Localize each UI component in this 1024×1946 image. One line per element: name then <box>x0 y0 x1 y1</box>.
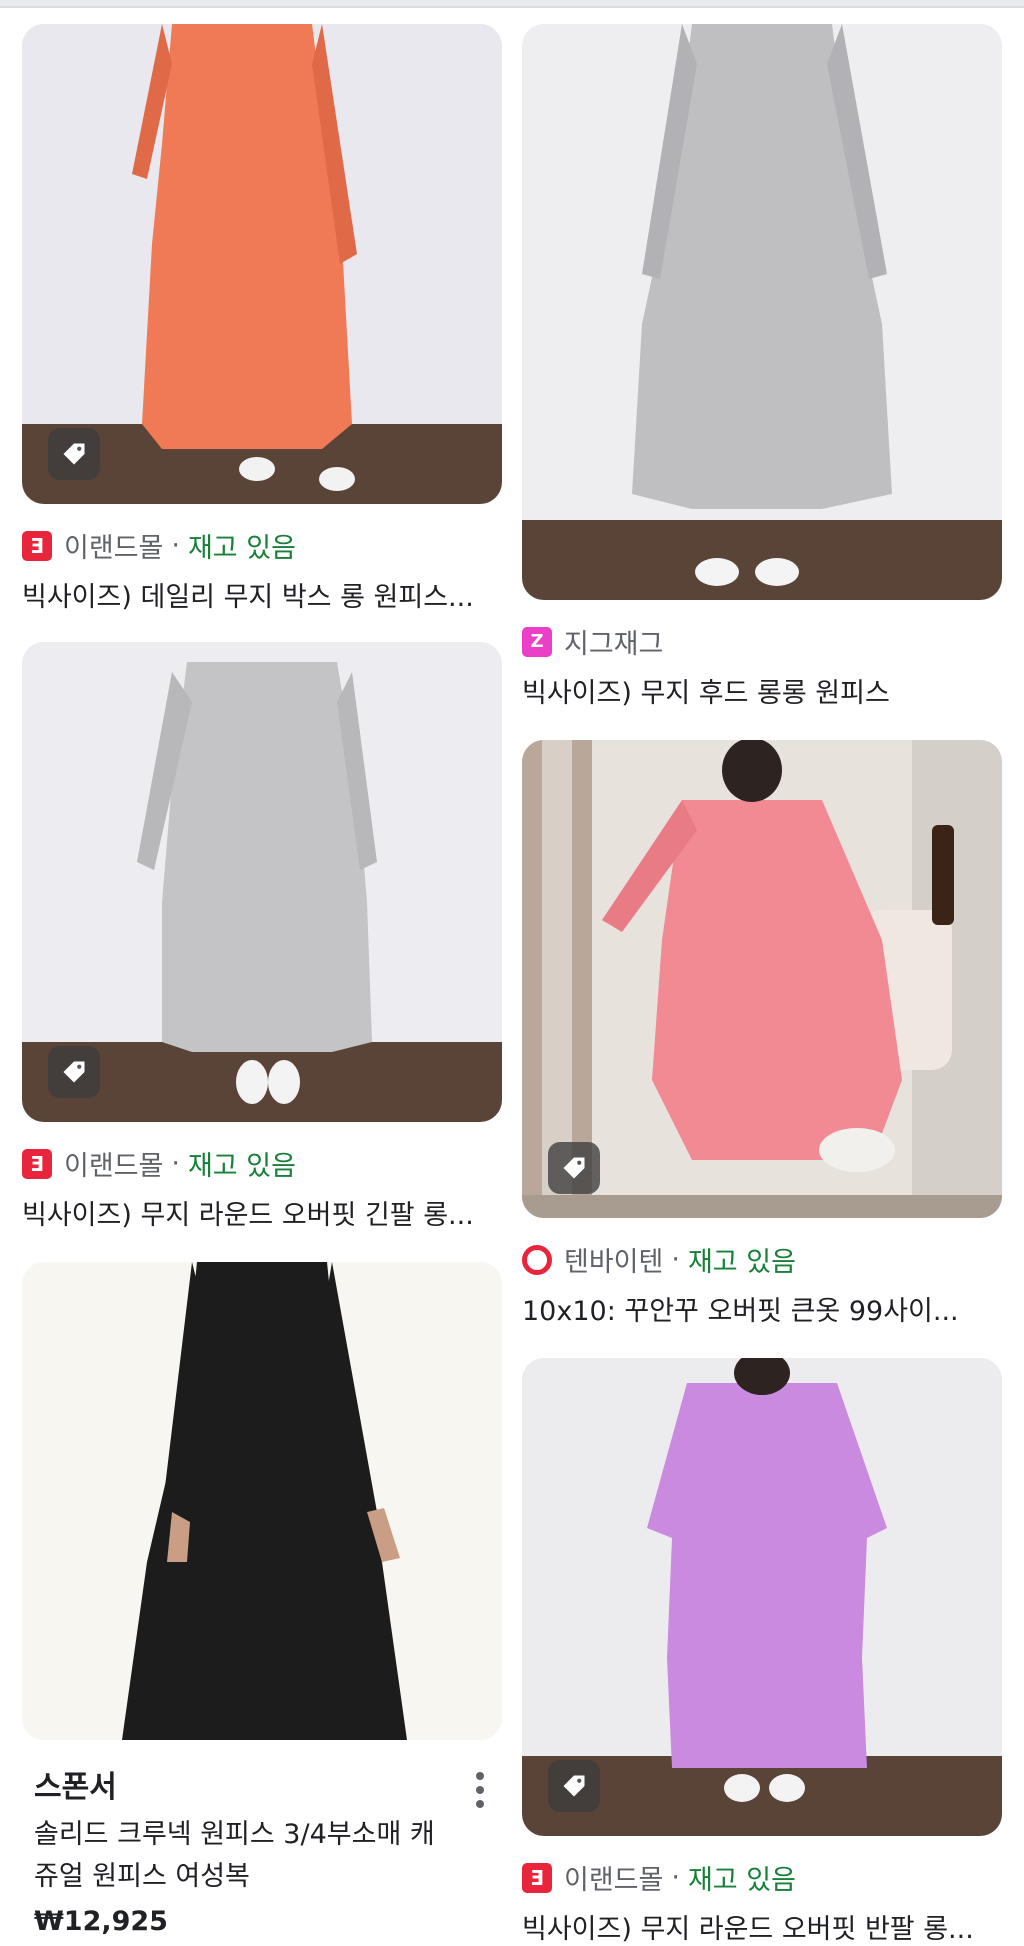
result-card-2[interactable]: Z 지그재그 빅사이즈) 무지 후드 롱롱 원피스 <box>522 24 1002 710</box>
product-photo <box>22 1262 502 1740</box>
separator: · <box>171 1148 180 1179</box>
result-card-3[interactable]: Ǝ 이랜드몰 · 재고 있음 빅사이즈) 무지 라운드 오버핏 긴팔 롱... <box>22 642 502 1232</box>
store-line: Ǝ 이랜드몰 · 재고 있음 <box>522 1858 1002 1897</box>
product-price: ₩12,925 <box>34 1906 168 1937</box>
product-title[interactable]: 빅사이즈) 데일리 무지 박스 롱 원피스... <box>22 575 502 614</box>
tag-icon[interactable] <box>48 428 100 480</box>
store-logo-icon: Z <box>522 626 552 657</box>
store-line: Ǝ 이랜드몰 · 재고 있음 <box>22 526 502 565</box>
result-card-5[interactable]: Ǝ 이랜드몰 · 재고 있음 빅사이즈) 무지 라운드 오버핏 반팔 롱... <box>522 1358 1002 1946</box>
product-photo <box>522 24 1002 600</box>
availability: 재고 있음 <box>687 1865 796 1896</box>
store-name: 지그재그 <box>564 629 664 660</box>
result-card-1[interactable]: Ǝ 이랜드몰 · 재고 있음 빅사이즈) 데일리 무지 박스 롱 원피스... <box>22 24 502 614</box>
store-logo-icon: Ǝ <box>22 530 52 561</box>
top-divider <box>0 0 1024 8</box>
tag-icon[interactable] <box>48 1046 100 1098</box>
tag-icon[interactable] <box>548 1760 600 1812</box>
product-image[interactable] <box>22 24 502 504</box>
availability: 재고 있음 <box>187 1151 296 1182</box>
store-logo-icon <box>522 1244 552 1275</box>
dress-shape <box>647 1383 887 1768</box>
availability: 재고 있음 <box>187 533 296 564</box>
store-logo-icon: Ǝ <box>522 1862 552 1893</box>
separator: · <box>171 530 180 561</box>
sponsored-card[interactable]: 스폰서 솔리드 크루넥 원피스 3/4부소매 캐쥬얼 원피스 여성복 ₩12,9… <box>22 1262 502 1937</box>
store-line: Ǝ 이랜드몰 · 재고 있음 <box>22 1144 502 1183</box>
product-image[interactable] <box>22 642 502 1122</box>
sponsored-label: 스폰서 <box>34 1770 117 1805</box>
product-image[interactable] <box>522 24 1002 600</box>
product-title[interactable]: 빅사이즈) 무지 후드 롱롱 원피스 <box>522 671 1002 710</box>
store-line: Z 지그재그 <box>522 622 1002 661</box>
store-name: 텐바이텐 <box>564 1247 664 1278</box>
availability: 재고 있음 <box>687 1247 796 1278</box>
product-image[interactable] <box>522 1358 1002 1836</box>
store-name: 이랜드몰 <box>64 1151 164 1182</box>
separator: · <box>671 1862 680 1893</box>
store-logo-icon: Ǝ <box>22 1148 52 1179</box>
separator: · <box>671 1244 680 1275</box>
product-title[interactable]: 10x10: 꾸안꾸 오버핏 큰옷 99사이... <box>522 1289 1002 1328</box>
product-title[interactable]: 빅사이즈) 무지 라운드 오버핏 반팔 롱... <box>522 1907 1002 1946</box>
product-title[interactable]: 솔리드 크루넥 원피스 3/4부소매 캐쥬얼 원피스 여성복 <box>22 1814 454 1898</box>
store-name: 이랜드몰 <box>564 1865 664 1896</box>
more-vert-icon[interactable] <box>476 1772 488 1808</box>
product-image[interactable] <box>22 1262 502 1740</box>
product-image[interactable] <box>522 740 1002 1218</box>
product-title[interactable]: 빅사이즈) 무지 라운드 오버핏 긴팔 롱... <box>22 1193 502 1232</box>
result-card-4[interactable]: 텐바이텐 · 재고 있음 10x10: 꾸안꾸 오버핏 큰옷 99사이... <box>522 740 1002 1328</box>
store-line: 텐바이텐 · 재고 있음 <box>522 1240 1002 1279</box>
tag-icon[interactable] <box>548 1142 600 1194</box>
store-name: 이랜드몰 <box>64 533 164 564</box>
